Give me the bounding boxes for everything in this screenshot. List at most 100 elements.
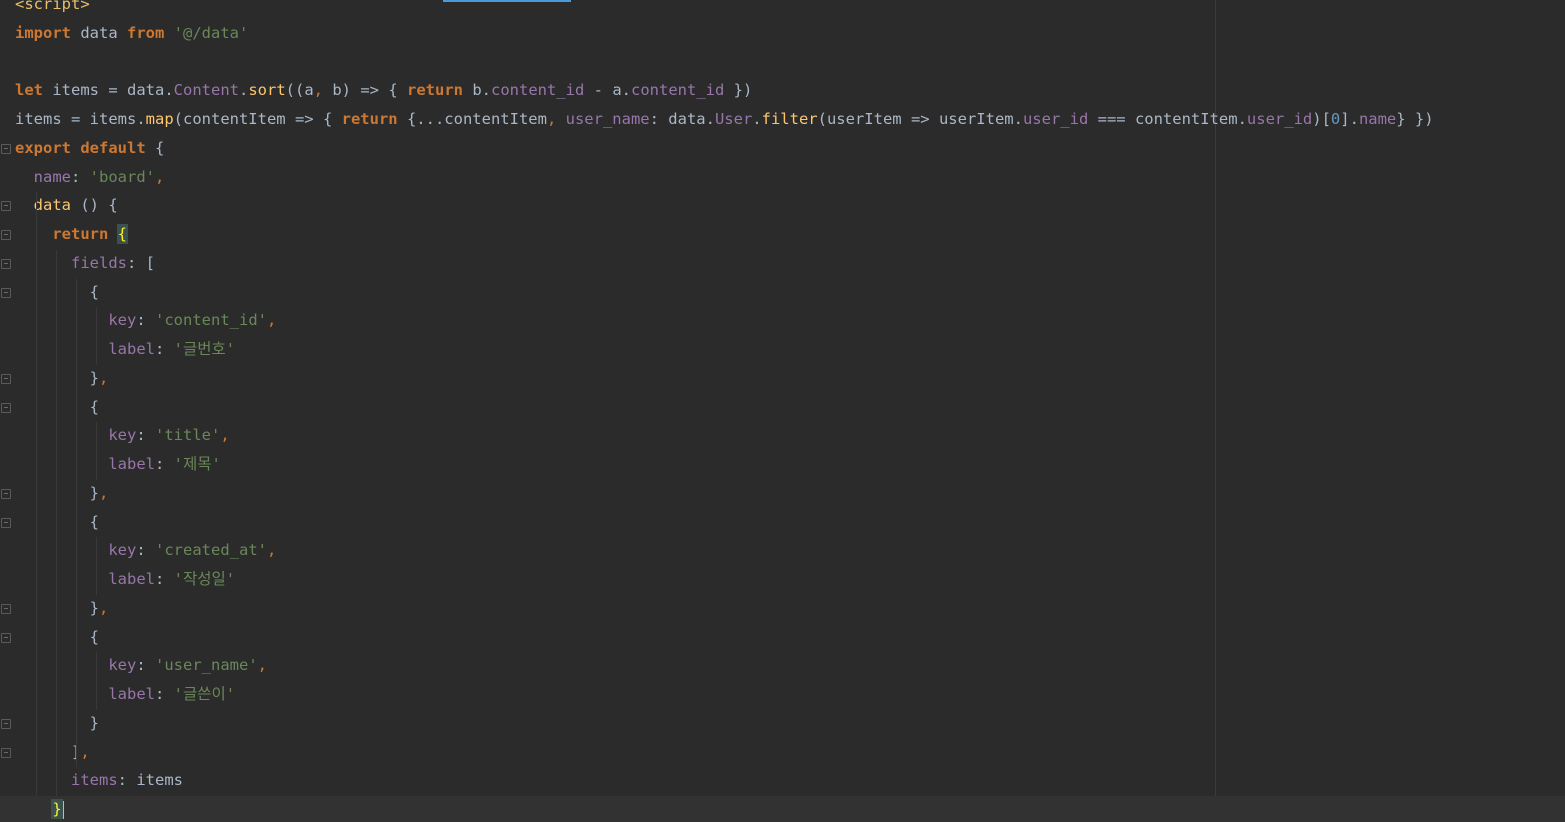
code-token: key [108, 541, 137, 560]
code-token: let [15, 81, 43, 100]
fold-marker-icon[interactable] [1, 230, 11, 240]
fold-marker-icon[interactable] [1, 201, 11, 212]
editor-gutter [0, 0, 14, 822]
code-token: : data. [649, 110, 715, 128]
code-line-text: name: 'board', [15, 164, 165, 190]
code-token: label [108, 455, 155, 473]
code-token: , [266, 311, 277, 330]
fold-marker-icon[interactable] [1, 632, 11, 643]
code-token: export [15, 138, 71, 157]
code-line-text: key: 'user_name', [15, 652, 267, 678]
code-token: : [136, 656, 155, 675]
code-token: === contentItem. [1088, 110, 1247, 128]
code-token: import [15, 23, 71, 42]
code-token: 'board' [89, 167, 155, 186]
code-token: } [15, 368, 99, 387]
indent-guide [56, 249, 57, 796]
fold-marker-icon[interactable] [1, 402, 11, 413]
code-editor[interactable]: <script> import data from '@/data' let ite… [0, 0, 1565, 822]
code-token: ((a [285, 81, 314, 100]
code-token: key [108, 426, 137, 445]
code-token: (userItem => userItem. [817, 110, 1023, 128]
code-token: <script> [15, 0, 90, 13]
code-token: key [108, 656, 137, 675]
code-token: 'content_id' [155, 311, 267, 330]
code-token: }) [724, 81, 753, 100]
code-token: (contentItem => { [173, 110, 342, 128]
code-token: data [71, 23, 127, 42]
code-token: fields [71, 253, 127, 272]
indent-guide [96, 422, 97, 480]
indent-guide [96, 537, 97, 595]
fold-marker-icon[interactable] [1, 718, 11, 729]
code-token: } }) [1396, 110, 1434, 128]
code-token: { [116, 224, 129, 244]
code-line-text: items: items [15, 767, 183, 793]
fold-marker-icon[interactable] [1, 488, 11, 499]
code-token: { [145, 138, 165, 157]
code-line-text: }, [15, 480, 109, 506]
code-line-text: { [15, 394, 99, 420]
code-line-text: { [15, 509, 99, 535]
code-token: , [220, 426, 230, 445]
code-token: items [71, 771, 118, 790]
code-token: ]. [1340, 110, 1359, 128]
code-token: '제목' [173, 455, 221, 473]
fold-marker-icon[interactable] [1, 143, 11, 154]
code-token: content_id [491, 81, 585, 100]
code-token: , [99, 368, 109, 387]
code-token: '글쓴이' [173, 685, 236, 703]
indent-guide [76, 278, 77, 768]
fold-marker-icon[interactable] [1, 287, 11, 298]
code-token: } [15, 483, 99, 502]
code-token: 'title' [155, 426, 221, 445]
code-token: } [51, 799, 63, 819]
code-line-text: label: '제목' [15, 451, 221, 477]
code-token: : [155, 455, 174, 473]
code-token: content_id [631, 81, 725, 100]
code-token: , [266, 541, 277, 560]
code-token: user_id [1246, 110, 1313, 128]
code-token: items = data. [43, 81, 174, 100]
fold-marker-icon[interactable] [1, 517, 11, 528]
code-token: 'user_name' [155, 656, 258, 675]
code-token: ] [15, 742, 81, 761]
text-caret [61, 800, 64, 819]
code-token: 'created_at' [155, 541, 267, 560]
code-token: {...contentItem [397, 110, 547, 128]
fold-marker-icon[interactable] [1, 373, 11, 384]
code-line-text: key: 'content_id', [15, 307, 276, 333]
code-token: : [155, 570, 174, 588]
code-token: key [108, 311, 137, 330]
code-token: { [15, 627, 99, 646]
code-token: , [80, 742, 90, 761]
code-token: name [33, 167, 71, 186]
fold-marker-icon[interactable] [1, 258, 11, 269]
fold-marker-icon[interactable] [1, 747, 11, 758]
fold-marker-icon[interactable] [1, 603, 11, 614]
code-line[interactable]: } [0, 796, 1565, 822]
code-token: : [136, 311, 155, 330]
code-token: : [136, 541, 155, 560]
code-token: items = items. [15, 110, 146, 128]
code-line-text: import data from '@/data' [15, 20, 248, 46]
code-token: , [546, 110, 557, 128]
code-token: } [15, 713, 99, 732]
code-token: '@/data' [173, 23, 249, 42]
indent-guide [36, 192, 37, 796]
code-line-text: key: 'created_at', [15, 537, 276, 563]
code-token: default [80, 138, 146, 157]
code-token: - a. [584, 81, 631, 100]
code-token: return [341, 110, 398, 128]
indent-guide [96, 307, 97, 365]
